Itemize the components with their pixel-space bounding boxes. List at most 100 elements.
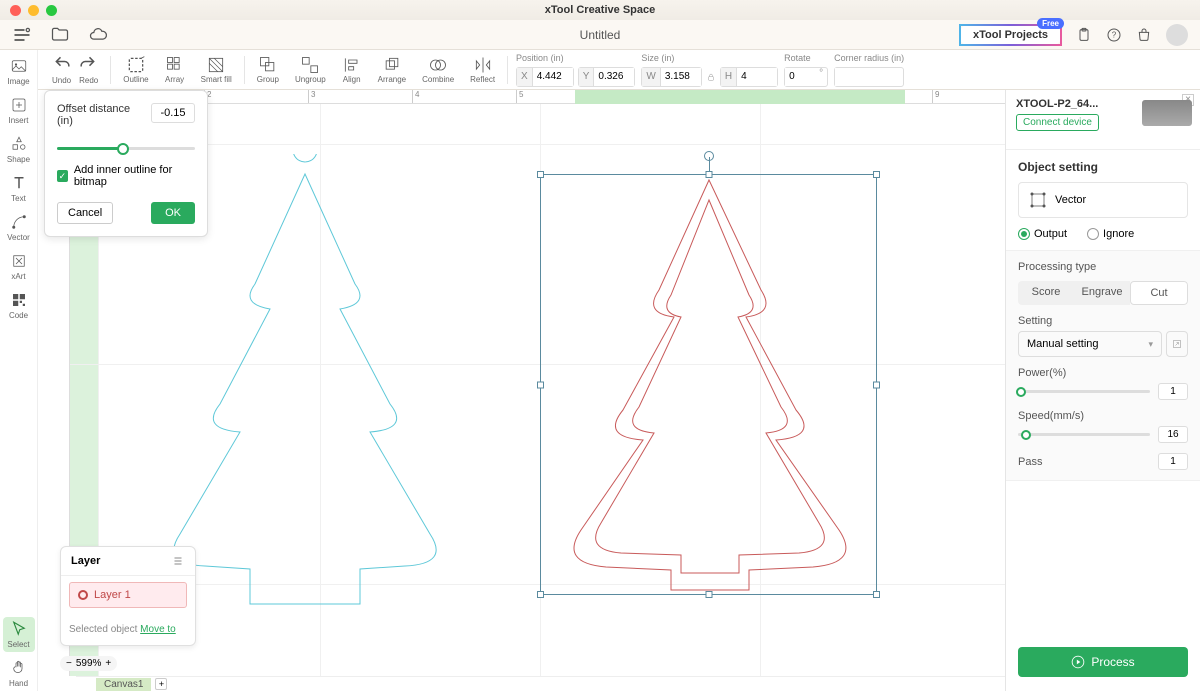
- power-label: Power(%): [1018, 367, 1188, 379]
- offset-label: Offset distance (in): [57, 103, 137, 127]
- cancel-button[interactable]: Cancel: [57, 202, 113, 224]
- h-input[interactable]: H: [720, 67, 778, 87]
- undo-icon[interactable]: [53, 54, 73, 74]
- document-title[interactable]: Untitled: [580, 28, 621, 42]
- app-title: xTool Creative Space: [545, 4, 655, 16]
- processing-type-segmented: Score Engrave Cut: [1018, 281, 1188, 305]
- ungroup-button[interactable]: Ungroup: [287, 55, 334, 84]
- smartfill-button[interactable]: Smart fill: [193, 55, 240, 84]
- sidebar-select[interactable]: Select: [3, 617, 35, 652]
- rotate-input[interactable]: °: [784, 67, 828, 87]
- image-icon: [10, 57, 28, 75]
- output-radio[interactable]: Output: [1018, 228, 1067, 240]
- undo-label: Undo: [52, 76, 71, 85]
- setting-label: Setting: [1018, 315, 1188, 327]
- maximize-window-icon[interactable]: [46, 5, 57, 16]
- arrange-button[interactable]: Arrange: [370, 55, 414, 84]
- move-to-link[interactable]: Move to: [140, 624, 176, 635]
- layer-item-1[interactable]: Layer 1: [69, 582, 187, 608]
- processing-type-label: Processing type: [1018, 261, 1188, 273]
- y-input[interactable]: Y: [578, 67, 636, 87]
- lock-icon[interactable]: [706, 70, 716, 84]
- checkbox-icon: ✓: [57, 170, 68, 182]
- setting-extra-button[interactable]: [1166, 331, 1188, 357]
- sidebar-code[interactable]: Code: [3, 288, 35, 323]
- zoom-value[interactable]: 599%: [76, 658, 102, 669]
- layer-title: Layer: [71, 555, 100, 567]
- sidebar-shape[interactable]: Shape: [3, 132, 35, 167]
- align-label: Align: [343, 75, 361, 84]
- speed-slider[interactable]: [1018, 433, 1150, 436]
- score-button[interactable]: Score: [1018, 281, 1074, 305]
- combine-button[interactable]: Combine: [414, 55, 462, 84]
- speed-input[interactable]: [1158, 426, 1188, 443]
- object-setting-title: Object setting: [1018, 160, 1188, 174]
- pass-input[interactable]: [1158, 453, 1188, 470]
- projects-button[interactable]: xTool Projects Free: [959, 24, 1062, 46]
- zoom-in-button[interactable]: +: [105, 658, 111, 669]
- offset-checkbox-label: Add inner outline for bitmap: [74, 164, 195, 188]
- outline-button[interactable]: Outline: [115, 55, 156, 84]
- sidebar-insert[interactable]: Insert: [3, 93, 35, 128]
- offset-popup: Offset distance (in) ✓ Add inner outline…: [44, 90, 208, 237]
- process-button[interactable]: Process: [1018, 647, 1188, 677]
- clipboard-icon[interactable]: [1076, 27, 1092, 43]
- vector-type-label: Vector: [1055, 194, 1086, 206]
- layer-footer: Selected object Move to: [61, 614, 195, 645]
- combine-label: Combine: [422, 75, 454, 84]
- ok-button[interactable]: OK: [151, 202, 195, 224]
- connect-device-button[interactable]: Connect device: [1016, 114, 1099, 131]
- offset-slider[interactable]: [57, 147, 195, 150]
- object-type-selector[interactable]: Vector: [1018, 182, 1188, 218]
- speed-slider-thumb[interactable]: [1021, 430, 1031, 440]
- sidebar-vector[interactable]: Vector: [3, 210, 35, 245]
- sidebar-image[interactable]: Image: [3, 54, 35, 89]
- hand-icon: [10, 659, 28, 677]
- process-label: Process: [1091, 655, 1134, 669]
- w-input[interactable]: W: [641, 67, 701, 87]
- titlebar: xTool Creative Space: [0, 0, 1200, 20]
- layer-menu-icon[interactable]: [173, 555, 185, 567]
- offset-value-input[interactable]: [151, 103, 195, 123]
- layer-header: Layer: [61, 547, 195, 576]
- zoom-control: − 599% +: [60, 656, 117, 671]
- help-icon[interactable]: ?: [1106, 27, 1122, 43]
- smartfill-label: Smart fill: [201, 75, 232, 84]
- shop-icon[interactable]: [1136, 27, 1152, 43]
- array-button[interactable]: Array: [157, 55, 193, 84]
- insert-icon: [10, 96, 28, 114]
- avatar[interactable]: [1166, 24, 1188, 46]
- minimize-window-icon[interactable]: [28, 5, 39, 16]
- ignore-radio[interactable]: Ignore: [1087, 228, 1134, 240]
- array-label: Array: [165, 75, 184, 84]
- redo-icon[interactable]: [77, 54, 97, 74]
- canvas[interactable]: [70, 104, 1005, 676]
- group-icon: [258, 55, 278, 75]
- corner-input[interactable]: [834, 67, 904, 87]
- offset-checkbox-row[interactable]: ✓ Add inner outline for bitmap: [57, 164, 195, 188]
- zoom-out-button[interactable]: −: [66, 658, 72, 669]
- folder-icon[interactable]: [50, 25, 70, 45]
- group-button[interactable]: Group: [249, 55, 287, 84]
- pass-label: Pass: [1018, 456, 1042, 468]
- setting-select[interactable]: Manual setting ▾: [1018, 331, 1162, 357]
- add-canvas-button[interactable]: +: [155, 678, 167, 690]
- align-button[interactable]: Align: [334, 55, 370, 84]
- reflect-button[interactable]: Reflect: [462, 55, 503, 84]
- menu-icon[interactable]: [12, 25, 32, 45]
- cut-button[interactable]: Cut: [1130, 281, 1188, 305]
- offset-slider-thumb[interactable]: [117, 143, 129, 155]
- sidebar-text[interactable]: Text: [3, 171, 35, 206]
- engrave-button[interactable]: Engrave: [1074, 281, 1130, 305]
- power-slider-thumb[interactable]: [1016, 387, 1026, 397]
- sidebar-hand[interactable]: Hand: [3, 656, 35, 691]
- sidebar-xart[interactable]: xArt: [3, 249, 35, 284]
- power-slider[interactable]: [1018, 390, 1150, 393]
- power-input[interactable]: [1158, 383, 1188, 400]
- close-window-icon[interactable]: [10, 5, 21, 16]
- canvas-tab[interactable]: Canvas1: [96, 678, 151, 691]
- x-input[interactable]: X: [516, 67, 574, 87]
- cloud-icon[interactable]: [88, 25, 108, 45]
- tree-shape-red[interactable]: [541, 175, 878, 596]
- selection-box[interactable]: [540, 174, 877, 595]
